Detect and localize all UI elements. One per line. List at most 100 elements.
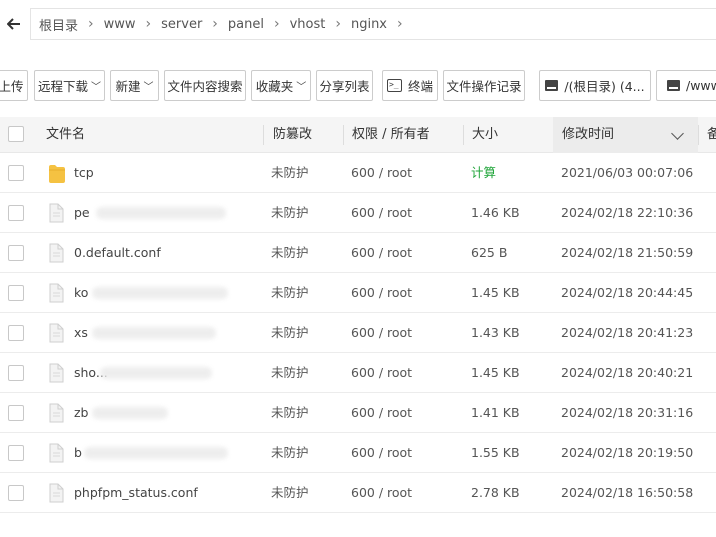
column-header-extra[interactable]: 备 [707, 117, 716, 153]
select-all-checkbox[interactable] [8, 126, 24, 142]
chevron-right-icon: › [397, 16, 403, 32]
file-size: 2.78 KB [471, 485, 520, 500]
protect-status[interactable]: 未防护 [271, 313, 309, 353]
new-button[interactable]: 新建 ﹀ [110, 70, 159, 101]
content-search-button[interactable]: 文件内容搜索 [164, 70, 246, 101]
chevron-down-icon: ﹀ [296, 82, 307, 93]
column-header-name[interactable]: 文件名 [46, 117, 85, 153]
toolbar: 上传 远程下载 ﹀ 新建 ﹀ 文件内容搜索 收藏夹 ﹀ 分享列表 >_ 终端 文… [0, 70, 716, 101]
table-header: 文件名 防篡改 权限 / 所有者 大小 修改时间 备 [0, 117, 716, 153]
column-header-size[interactable]: 大小 [472, 117, 498, 153]
breadcrumb-item-panel[interactable]: panel [228, 17, 264, 32]
protect-status[interactable]: 未防护 [271, 353, 309, 393]
protect-status[interactable]: 未防护 [271, 233, 309, 273]
favorites-button[interactable]: 收藏夹 ﹀ [251, 70, 311, 101]
permission-owner[interactable]: 600 / root [351, 313, 412, 353]
file-name[interactable]: xs [74, 313, 88, 353]
table-row[interactable]: sho... 未防护 600 / root 1.45 KB 2024/02/18… [0, 353, 716, 393]
disk-icon [667, 80, 680, 91]
file-name[interactable]: 0.default.conf [74, 233, 161, 273]
permission-owner[interactable]: 600 / root [351, 433, 412, 473]
permission-owner[interactable]: 600 / root [351, 153, 412, 193]
disk-www-button[interactable]: /www [656, 70, 716, 101]
operation-log-label: 文件操作记录 [446, 79, 522, 94]
chevron-down-icon: ﹀ [143, 82, 154, 93]
row-checkbox[interactable] [8, 485, 24, 501]
table-row[interactable]: tcp 未防护 600 / root 计算 2021/06/03 00:07:0… [0, 153, 716, 193]
chevron-down-icon: ﹀ [91, 82, 101, 93]
modified-time: 2024/02/18 22:10:36 [561, 205, 694, 220]
table-row[interactable]: zb 未防护 600 / root 1.41 KB 2024/02/18 20:… [0, 393, 716, 433]
remote-download-button[interactable]: 远程下载 ﹀ [34, 70, 105, 101]
breadcrumb-item-root[interactable]: 根目录 [39, 15, 78, 34]
terminal-button[interactable]: >_ 终端 [382, 70, 438, 101]
row-checkbox[interactable] [8, 245, 24, 261]
table-row[interactable]: 0.default.conf 未防护 600 / root 625 B 2024… [0, 233, 716, 273]
permission-owner[interactable]: 600 / root [351, 233, 412, 273]
modified-time: 2024/02/18 20:19:50 [561, 445, 694, 460]
file-icon [49, 323, 64, 343]
row-checkbox[interactable] [8, 445, 24, 461]
file-size: 1.41 KB [471, 405, 520, 420]
modified-time: 2024/02/18 20:41:23 [561, 325, 694, 340]
permission-owner[interactable]: 600 / root [351, 393, 412, 433]
permission-owner[interactable]: 600 / root [351, 473, 412, 513]
table-row[interactable]: b 未防护 600 / root 1.55 KB 2024/02/18 20:1… [0, 433, 716, 473]
modified-time: 2024/02/18 21:50:59 [561, 245, 694, 260]
protect-status[interactable]: 未防护 [271, 153, 309, 193]
row-checkbox[interactable] [8, 165, 24, 181]
file-size: 1.46 KB [471, 205, 520, 220]
column-divider [343, 125, 344, 145]
modified-time: 2021/06/03 00:07:06 [561, 165, 694, 180]
column-header-mtime[interactable]: 修改时间 [562, 117, 614, 153]
file-name[interactable]: zb [74, 393, 89, 433]
file-name[interactable]: phpfpm_status.conf [74, 473, 198, 513]
breadcrumb-item-nginx[interactable]: nginx [351, 17, 387, 32]
file-name[interactable]: ko [74, 273, 88, 313]
protect-status[interactable]: 未防护 [271, 393, 309, 433]
file-icon [49, 483, 64, 503]
protect-status[interactable]: 未防护 [271, 473, 309, 513]
row-checkbox[interactable] [8, 405, 24, 421]
protect-status[interactable]: 未防护 [271, 433, 309, 473]
table-row[interactable]: xs 未防护 600 / root 1.43 KB 2024/02/18 20:… [0, 313, 716, 353]
row-checkbox[interactable] [8, 365, 24, 381]
breadcrumb-item-vhost[interactable]: vhost [290, 17, 326, 32]
row-checkbox[interactable] [8, 205, 24, 221]
breadcrumb-item-server[interactable]: server [161, 17, 202, 32]
table-row[interactable]: pe 未防护 600 / root 1.46 KB 2024/02/18 22:… [0, 193, 716, 233]
file-icon [49, 283, 64, 303]
table-row[interactable]: phpfpm_status.conf 未防护 600 / root 2.78 K… [0, 473, 716, 513]
file-name[interactable]: b [74, 433, 82, 473]
redacted-text [92, 407, 168, 419]
permission-owner[interactable]: 600 / root [351, 273, 412, 313]
file-icon [49, 243, 64, 263]
redacted-text [100, 367, 212, 379]
protect-status[interactable]: 未防护 [271, 273, 309, 313]
disk-root-button[interactable]: /(根目录) (4... [539, 70, 651, 101]
share-list-button[interactable]: 分享列表 [316, 70, 373, 101]
operation-log-button[interactable]: 文件操作记录 [443, 70, 525, 101]
breadcrumb-item-www[interactable]: www [104, 17, 136, 32]
column-header-protect[interactable]: 防篡改 [273, 117, 312, 153]
column-divider [463, 125, 464, 145]
file-name[interactable]: pe [74, 193, 90, 233]
row-checkbox[interactable] [8, 325, 24, 341]
table-row[interactable]: ko 未防护 600 / root 1.45 KB 2024/02/18 20:… [0, 273, 716, 313]
protect-status[interactable]: 未防护 [271, 193, 309, 233]
upload-button[interactable]: 上传 [0, 70, 28, 101]
column-divider [263, 125, 264, 145]
column-header-permission[interactable]: 权限 / 所有者 [352, 117, 430, 153]
file-size: 1.45 KB [471, 365, 520, 380]
redacted-text [84, 447, 228, 459]
permission-owner[interactable]: 600 / root [351, 353, 412, 393]
back-arrow-icon[interactable] [4, 15, 24, 33]
content-search-label: 文件内容搜索 [167, 79, 243, 94]
row-checkbox[interactable] [8, 285, 24, 301]
modified-time: 2024/02/18 20:44:45 [561, 285, 694, 300]
disk-icon [545, 80, 559, 91]
permission-owner[interactable]: 600 / root [351, 193, 412, 233]
calculate-size-link[interactable]: 计算 [471, 153, 496, 193]
chevron-right-icon: › [273, 16, 280, 32]
file-name[interactable]: tcp [74, 153, 94, 193]
